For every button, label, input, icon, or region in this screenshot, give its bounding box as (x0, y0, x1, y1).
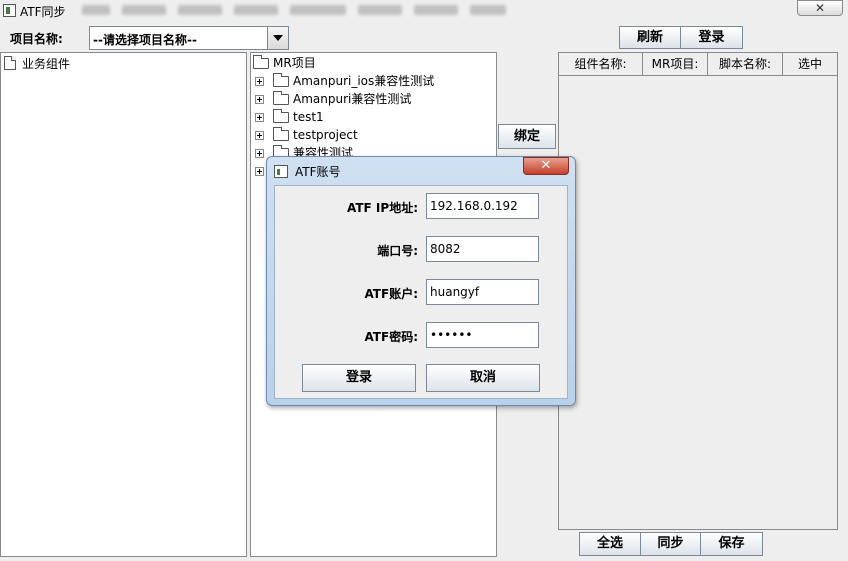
dialog-close-button[interactable]: ✕ (523, 157, 569, 175)
expand-icon[interactable] (255, 77, 264, 86)
port-input[interactable]: 8082 (426, 236, 539, 262)
blurred-menu-bar (82, 2, 552, 18)
table-header: 组件名称: MR项目: 脚本名称: 选中 (559, 53, 837, 76)
app-icon (3, 4, 16, 17)
project-select-value: --请选择项目名称-- (93, 33, 197, 47)
expand-icon[interactable] (255, 131, 264, 140)
folder-icon (273, 109, 289, 123)
column-header-script[interactable]: 脚本名称: (708, 53, 783, 76)
folder-icon (273, 91, 289, 105)
project-name-label: 项目名称: (10, 32, 63, 46)
account-label: ATF账户: (364, 287, 418, 301)
app-icon (274, 165, 288, 178)
expand-icon[interactable] (255, 95, 264, 104)
login-button[interactable]: 登录 (680, 26, 743, 49)
save-button[interactable]: 保存 (700, 532, 763, 556)
bind-button[interactable]: 绑定 (498, 124, 556, 149)
port-label: 端口号: (377, 244, 418, 258)
component-list-item[interactable]: 业务组件 (22, 55, 70, 72)
document-icon (4, 56, 16, 70)
ip-address-label: ATF IP地址: (347, 201, 418, 215)
column-header-mr-project[interactable]: MR项目: (643, 53, 708, 76)
sync-button[interactable]: 同步 (640, 532, 701, 556)
binding-table[interactable]: 组件名称: MR项目: 脚本名称: 选中 (558, 52, 838, 530)
tree-item-label: Amanpuri_ios兼容性测试 (293, 74, 435, 88)
account-input[interactable]: huangyf (426, 279, 539, 305)
column-header-component[interactable]: 组件名称: (559, 53, 643, 76)
folder-icon (273, 127, 289, 141)
password-label: ATF密码: (364, 330, 418, 344)
tree-item-label: testproject (293, 128, 358, 142)
chevron-down-icon[interactable] (267, 27, 288, 49)
password-input[interactable]: •••••• (426, 322, 539, 348)
tree-item-label: test1 (293, 110, 324, 124)
column-header-selected[interactable]: 选中 (783, 53, 837, 76)
dialog-login-button[interactable]: 登录 (302, 364, 416, 392)
expand-icon[interactable] (255, 167, 264, 176)
tree-root-label: MR项目 (273, 56, 316, 70)
component-list-panel[interactable] (0, 52, 247, 557)
expand-icon[interactable] (255, 149, 264, 158)
window-title: ATF同步 (20, 5, 66, 19)
folder-icon (273, 73, 289, 87)
dialog-cancel-button[interactable]: 取消 (426, 364, 540, 392)
atf-account-dialog: ATF账号 ✕ ATF IP地址: 192.168.0.192 端口号: 808… (266, 156, 576, 406)
project-select[interactable]: --请选择项目名称-- (89, 26, 289, 50)
expand-icon[interactable] (255, 113, 264, 122)
refresh-button[interactable]: 刷新 (619, 26, 681, 49)
dialog-title: ATF账号 (295, 165, 341, 179)
ip-address-input[interactable]: 192.168.0.192 (426, 193, 539, 219)
window-close-button[interactable]: ✕ (797, 0, 843, 16)
dialog-body: ATF IP地址: 192.168.0.192 端口号: 8082 ATF账户:… (274, 185, 568, 399)
select-all-button[interactable]: 全选 (579, 532, 641, 556)
folder-icon (253, 55, 269, 69)
tree-item-label: Amanpuri兼容性测试 (293, 92, 412, 106)
